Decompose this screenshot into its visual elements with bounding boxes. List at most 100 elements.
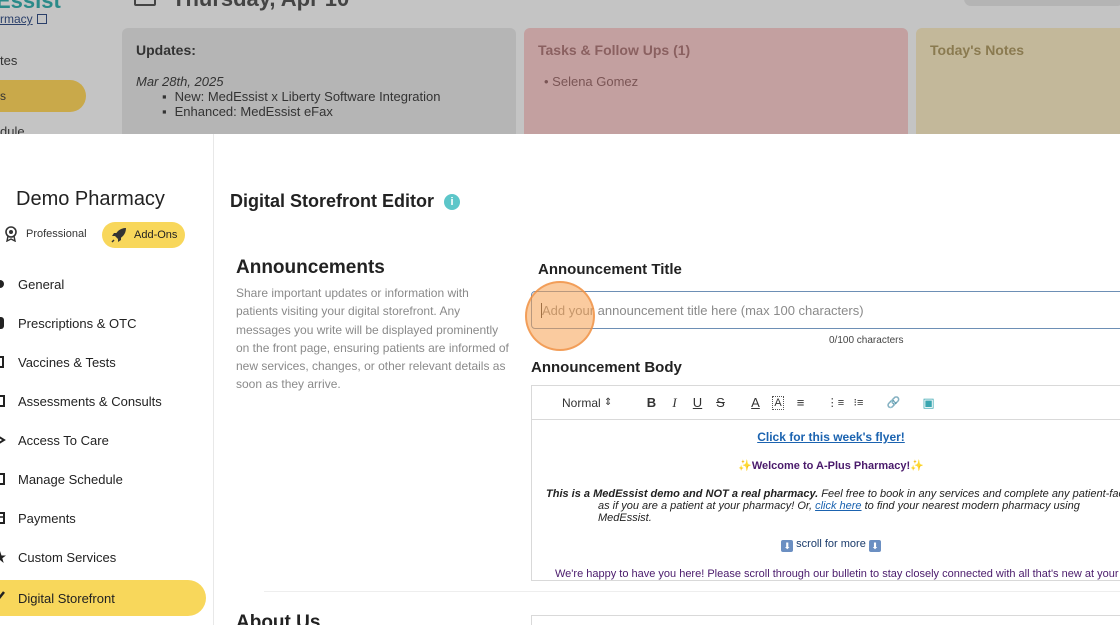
click-highlight: [525, 281, 595, 351]
storefront-editor-modal: Demo Pharmacy Professional Add-Ons Gener…: [0, 134, 1120, 625]
card-icon: [0, 512, 5, 524]
gear-icon: [0, 280, 4, 288]
character-counter: 0/100 characters: [829, 335, 904, 346]
announcements-heading: Announcements: [236, 257, 385, 278]
settings-nav: General Prescriptions & OTC Vaccines & T…: [0, 265, 214, 616]
tier-row: Professional Add-Ons: [0, 222, 214, 248]
italic-button[interactable]: I: [663, 393, 686, 413]
background-dashboard: Essist rmacy tes s dule Thursday, Apr 10…: [0, 0, 1120, 134]
align-button[interactable]: ≡: [789, 393, 812, 413]
syringe-icon: [0, 356, 4, 368]
sidebar-item-label: Prescriptions & OTC: [18, 316, 137, 331]
stethoscope-icon: [0, 395, 5, 407]
down-arrow-icon: ⬇: [781, 540, 794, 552]
sparkle-icon: ✨: [910, 460, 924, 472]
tier-professional[interactable]: Professional: [4, 226, 87, 242]
sidebar-item-digital-storefront[interactable]: Digital Storefront: [0, 580, 206, 616]
announcements-description: Share important updates or information w…: [236, 286, 509, 392]
updates-title: Updates:: [136, 42, 196, 58]
key-icon: [0, 436, 6, 444]
tier-label: Professional: [26, 228, 87, 240]
sidebar-item-assessments[interactable]: Assessments & Consults: [0, 382, 214, 421]
welcome-line: ✨Welcome to A-Plus Pharmacy!✨: [532, 459, 1120, 472]
updates-card: Updates: Mar 28th, 2025 New: MedEssist x…: [122, 28, 516, 134]
addons-button[interactable]: Add-Ons: [102, 222, 185, 248]
award-icon: [5, 226, 17, 242]
pill-icon: [0, 317, 4, 329]
section-divider: [264, 591, 1120, 592]
scroll-more-line: ⬇ scroll for more ⬇: [532, 538, 1120, 552]
task-item[interactable]: • Selena Gomez: [544, 74, 894, 89]
sidebar-item-label: Custom Services: [18, 550, 117, 565]
sidebar-item-label: Access To Care: [18, 433, 109, 448]
demo-notice-bold: This is a MedEssist demo and NOT a real …: [546, 488, 819, 500]
announcement-title-label: Announcement Title: [538, 261, 682, 278]
demo-notice-line-2: as if you are a patient at your pharmacy…: [598, 500, 1120, 524]
page-title: Digital Storefront Editor i: [230, 191, 460, 212]
flyer-link[interactable]: Click for this week's flyer!: [532, 430, 1120, 444]
tasks-card: Tasks & Follow Ups (1) • Selena Gomez: [524, 28, 908, 134]
sidebar-item-general[interactable]: General: [0, 265, 214, 304]
ordered-list-button[interactable]: ⋮≡: [824, 393, 847, 413]
about-us-editor[interactable]: [531, 615, 1120, 625]
image-icon[interactable]: ▣: [917, 393, 940, 413]
addons-label: Add-Ons: [134, 229, 178, 241]
announcement-body-label: Announcement Body: [531, 359, 682, 376]
sidebar-item-manage-schedule[interactable]: Manage Schedule: [0, 460, 214, 499]
bg-nav-active-pill[interactable]: [0, 80, 86, 112]
editor-toolbar: Normal ⇕ B I U S A A ≡ ⋮≡ ⁝≡ 🔗 ▣: [532, 386, 1120, 420]
pharmacy-link-text: rmacy: [0, 12, 33, 26]
format-select-value: Normal: [562, 395, 601, 410]
about-us-heading: About Us: [236, 612, 321, 625]
chevron-updown-icon: ⇕: [604, 397, 613, 408]
notes-card: Today's Notes: [916, 28, 1120, 134]
sidebar-item-custom-services[interactable]: Custom Services: [0, 538, 214, 577]
bg-nav-active-label: s: [0, 89, 6, 103]
scroll-more-text: scroll for more: [793, 538, 869, 550]
sparkle-icon: ✨: [738, 460, 752, 472]
tasks-title: Tasks & Follow Ups (1): [538, 42, 691, 58]
calendar-icon: [0, 473, 5, 485]
updates-date: Mar 28th, 2025: [136, 74, 224, 89]
sidebar-item-label: General: [18, 277, 65, 292]
page-title-text: Digital Storefront Editor: [230, 191, 434, 211]
sidebar-item-vaccines[interactable]: Vaccines & Tests: [0, 343, 214, 382]
top-right-control[interactable]: [964, 0, 1120, 6]
sidebar-item-access-to-care[interactable]: Access To Care: [0, 421, 214, 460]
bg-nav-item[interactable]: dule: [0, 124, 25, 134]
underline-button[interactable]: U: [686, 393, 709, 413]
task-item-label: Selena Gomez: [552, 74, 639, 89]
demo-notice-text: as if you are a patient at your pharmacy…: [598, 500, 816, 512]
bold-button[interactable]: B: [640, 393, 663, 413]
announcement-body-editor[interactable]: Normal ⇕ B I U S A A ≡ ⋮≡ ⁝≡ 🔗 ▣ Click f…: [531, 385, 1120, 581]
date-nav-arrows[interactable]: ‹ ›: [382, 0, 397, 6]
link-icon[interactable]: 🔗: [882, 393, 905, 413]
editor-content[interactable]: Click for this week's flyer! ✨Welcome to…: [532, 420, 1120, 580]
sidebar-item-label: Manage Schedule: [18, 472, 123, 487]
list-item: New: MedEssist x Liberty Software Integr…: [162, 89, 502, 104]
click-here-link[interactable]: click here: [815, 500, 861, 512]
rocket-icon: [111, 228, 126, 243]
dashboard-date: Thursday, Apr 10: [172, 0, 349, 12]
background-color-button[interactable]: A: [772, 395, 784, 410]
pharmacy-link[interactable]: rmacy: [0, 12, 47, 26]
announcement-title-input[interactable]: [531, 291, 1120, 329]
sidebar-item-prescriptions[interactable]: Prescriptions & OTC: [0, 304, 214, 343]
star-icon: [0, 551, 6, 563]
pharmacy-name: Demo Pharmacy: [16, 188, 165, 210]
list-item: Enhanced: MedEssist eFax: [162, 104, 502, 119]
format-select[interactable]: Normal ⇕: [562, 393, 640, 413]
welcome-text: Welcome to A-Plus Pharmacy!: [751, 460, 911, 472]
bullet-list-button[interactable]: ⁝≡: [847, 393, 870, 413]
pencil-icon: [0, 591, 5, 600]
strikethrough-button[interactable]: S: [709, 393, 732, 413]
bg-nav-item[interactable]: tes: [0, 53, 17, 68]
sidebar-item-label: Digital Storefront: [18, 590, 115, 606]
sidebar-item-payments[interactable]: Payments: [0, 499, 214, 538]
updates-list: New: MedEssist x Liberty Software Integr…: [136, 89, 502, 119]
notes-title: Today's Notes: [930, 42, 1025, 58]
info-icon[interactable]: i: [444, 193, 460, 210]
text-color-button[interactable]: A: [744, 393, 767, 413]
welcome-message: We're happy to have you here! Please scr…: [555, 568, 1120, 580]
down-arrow-icon: ⬇: [868, 540, 881, 552]
